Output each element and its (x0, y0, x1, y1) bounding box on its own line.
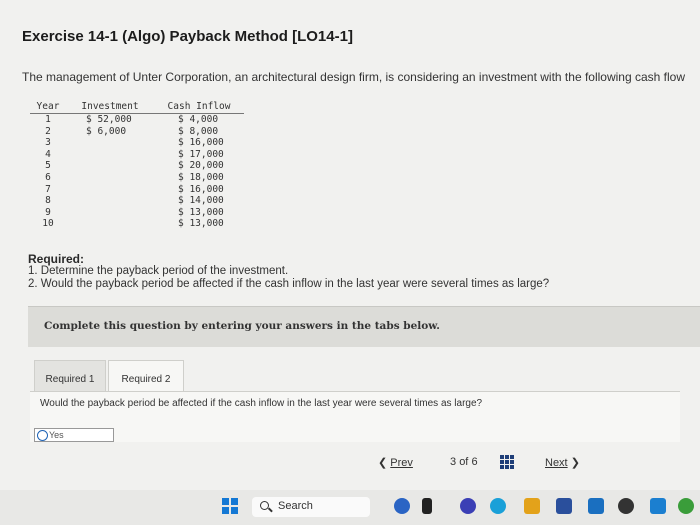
cell-cash-inflow: $ 4,000 (178, 114, 219, 125)
dell-icon[interactable] (618, 498, 634, 514)
instructions-text: Complete this question by entering your … (44, 320, 440, 332)
app-icon[interactable] (422, 498, 432, 514)
cell-year: 8 (45, 195, 51, 207)
prev-label: Prev (390, 457, 413, 469)
tab-required-1[interactable]: Required 1 (34, 360, 106, 392)
table-row: 7 $ 16,000 (30, 184, 244, 196)
cell-investment (66, 172, 154, 184)
windows-start-icon[interactable] (222, 498, 238, 514)
store-icon[interactable] (556, 498, 572, 514)
table-row: 8 $ 14,000 (30, 195, 244, 207)
col-investment: Investment (66, 101, 154, 114)
table-row: 10 $ 13,000 (30, 218, 244, 230)
cell-cash-inflow: $ 17,000 (178, 148, 224, 160)
cell-investment (66, 137, 154, 149)
cell-cash-inflow: $ 16,000 (178, 137, 224, 149)
table-row: 3 $ 16,000 (30, 137, 244, 149)
cell-investment (66, 160, 154, 172)
col-year: Year (30, 101, 66, 114)
cell-investment (66, 184, 154, 196)
search-icon (260, 501, 269, 510)
page-of: of (459, 456, 469, 468)
cell-year: 9 (45, 206, 51, 218)
chevron-right-icon: ❯ (570, 457, 580, 469)
cell-year: 4 (45, 148, 51, 160)
table-row: 4 $ 17,000 (30, 149, 244, 161)
tab-required-2[interactable]: Required 2 (108, 360, 184, 392)
cash-flow-table: Year Investment Cash Inflow 1 $ 52,000 $ 4… (30, 101, 244, 230)
table-row: 2 $ 6,000 $ 8,000 (30, 126, 244, 138)
grid-menu-icon[interactable] (500, 455, 514, 469)
cell-year: 1 (45, 114, 51, 125)
question-text: Would the payback period be affected if … (40, 398, 483, 409)
answer-value: Yes (49, 430, 64, 440)
instructions-panel: Complete this question by entering your … (28, 306, 700, 347)
cell-investment (66, 207, 154, 219)
app-icon[interactable] (394, 498, 410, 514)
page-indicator: 3 of 6 (450, 456, 478, 468)
exercise-title: Exercise 14-1 (Algo) Payback Method [LO1… (22, 28, 353, 45)
search-label: Search (278, 500, 313, 512)
page-current: 3 (450, 456, 457, 468)
taskbar-search[interactable]: Search (252, 497, 370, 517)
col-cash-inflow: Cash Inflow (154, 101, 244, 114)
answer-select[interactable]: Yes (34, 428, 114, 442)
settings-icon[interactable] (650, 498, 666, 514)
cell-year: 7 (45, 183, 51, 195)
chrome-icon[interactable] (678, 498, 694, 514)
page-total: 6 (471, 456, 478, 468)
cell-cash-inflow: $ 13,000 (178, 218, 224, 230)
answer-area: Would the payback period be affected if … (30, 391, 680, 442)
cell-cash-inflow: $ 13,000 (178, 206, 224, 218)
cell-cash-inflow: $ 18,000 (178, 171, 224, 183)
cell-investment: $ 6,000 (86, 125, 127, 137)
required-item-1: 1. Determine the payback period of the i… (28, 265, 289, 277)
next-label: Next (545, 457, 568, 469)
required-item-2: 2. Would the payback period be affected … (28, 278, 550, 290)
prev-button[interactable]: ❮ Prev (378, 456, 413, 469)
cell-year: 2 (45, 125, 51, 137)
table-row: 5 $ 20,000 (30, 160, 244, 172)
next-button[interactable]: Next ❯ (545, 456, 580, 469)
edge-browser-icon[interactable] (490, 498, 506, 514)
cell-investment (66, 149, 154, 161)
cell-investment (66, 195, 154, 207)
table-row: 1 $ 52,000 $ 4,000 (30, 114, 244, 126)
chevron-left-icon: ❮ (378, 457, 388, 469)
cell-cash-inflow: $ 20,000 (178, 160, 224, 172)
radio-icon (37, 430, 48, 441)
file-explorer-icon[interactable] (524, 498, 540, 514)
mail-icon[interactable] (588, 498, 604, 514)
cell-year: 3 (45, 137, 51, 149)
table-row: 6 $ 18,000 (30, 172, 244, 184)
cell-cash-inflow: $ 8,000 (178, 125, 219, 137)
cell-year: 10 (42, 218, 54, 230)
required-heading: Required: (28, 252, 85, 266)
cell-year: 6 (45, 171, 51, 183)
cell-cash-inflow: $ 14,000 (178, 195, 224, 207)
cell-investment (66, 218, 154, 230)
cell-cash-inflow: $ 16,000 (178, 183, 224, 195)
chat-icon[interactable] (460, 498, 476, 514)
table-row: 9 $ 13,000 (30, 207, 244, 219)
cell-investment: $ 52,000 (86, 114, 132, 125)
intro-text: The management of Unter Corporation, an … (22, 70, 685, 84)
cell-year: 5 (45, 160, 51, 172)
